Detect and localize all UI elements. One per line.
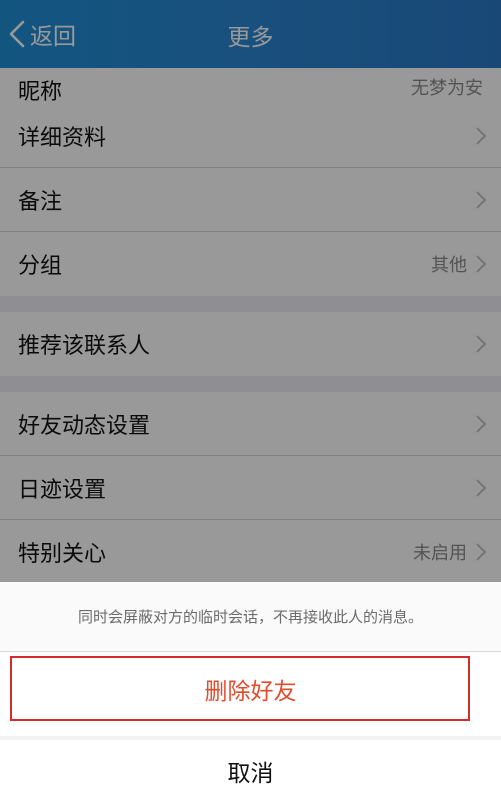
screen: 返回 更多 昵称 无梦为安 详细资料 备注 分组 其他 推荐该联系人 好友动态设… [0, 0, 501, 800]
action-sheet-note: 同时会屏蔽对方的临时会话，不再接收此人的消息。 [0, 582, 501, 652]
dim-overlay[interactable] [0, 0, 501, 582]
cancel-label: 取消 [227, 761, 274, 787]
delete-friend-button[interactable]: 删除好友 [0, 652, 501, 736]
delete-friend-label: 删除好友 [204, 679, 297, 705]
cancel-button[interactable]: 取消 [0, 740, 501, 800]
